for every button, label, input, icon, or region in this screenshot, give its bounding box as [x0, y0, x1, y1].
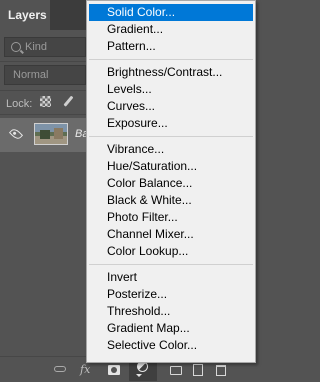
trash-icon[interactable]	[216, 365, 226, 376]
menu-item-color-lookup[interactable]: Color Lookup...	[89, 243, 253, 260]
link-icon[interactable]	[54, 366, 66, 372]
menu-item-exposure[interactable]: Exposure...	[89, 115, 253, 132]
menu-item-vibrance[interactable]: Vibrance...	[89, 141, 253, 158]
blend-mode-dropdown[interactable]: Normal	[4, 65, 86, 85]
menu-item-posterize[interactable]: Posterize...	[89, 286, 253, 303]
new-layer-icon[interactable]	[193, 364, 203, 376]
menu-item-pattern[interactable]: Pattern...	[89, 38, 253, 55]
menu-item-black-white[interactable]: Black & White...	[89, 192, 253, 209]
menu-item-hue-saturation[interactable]: Hue/Saturation...	[89, 158, 253, 175]
blend-mode-label: Normal	[13, 69, 49, 81]
divider	[0, 114, 86, 115]
menu-item-solid-color[interactable]: Solid Color...	[89, 4, 253, 21]
adjustment-menu: Solid Color... Gradient... Pattern... Brigh…	[86, 0, 256, 363]
menu-item-gradient-map[interactable]: Gradient Map...	[89, 320, 253, 337]
menu-item-threshold[interactable]: Threshold...	[89, 303, 253, 320]
fx-icon[interactable]: fx	[80, 363, 90, 376]
filter-kind-label: Kind	[25, 41, 48, 53]
layer-name[interactable]: Ba	[75, 128, 86, 140]
layer-thumbnail[interactable]	[34, 123, 68, 145]
eye-icon[interactable]	[8, 126, 24, 142]
menu-item-gradient[interactable]: Gradient...	[89, 21, 253, 38]
mask-icon[interactable]	[108, 365, 120, 375]
menu-item-levels[interactable]: Levels...	[89, 81, 253, 98]
chevron-down-icon	[136, 374, 142, 377]
menu-separator	[89, 59, 253, 60]
menu-item-curves[interactable]: Curves...	[89, 98, 253, 115]
lock-label: Lock:	[6, 98, 33, 110]
menu-item-invert[interactable]: Invert	[89, 269, 253, 286]
layer-row[interactable]: Ba	[0, 118, 86, 152]
search-icon	[11, 42, 21, 52]
menu-item-photo-filter[interactable]: Photo Filter...	[89, 209, 253, 226]
menu-item-brightness-contrast[interactable]: Brightness/Contrast...	[89, 64, 253, 81]
divider	[0, 90, 86, 91]
divider	[0, 61, 86, 62]
folder-icon[interactable]	[170, 366, 182, 375]
menu-item-channel-mixer[interactable]: Channel Mixer...	[89, 226, 253, 243]
menu-item-selective-color[interactable]: Selective Color...	[89, 337, 253, 354]
lock-transparent-pixels-icon[interactable]	[40, 96, 51, 107]
menu-separator	[89, 264, 253, 265]
lock-image-pixels-icon[interactable]	[62, 96, 73, 107]
menu-item-color-balance[interactable]: Color Balance...	[89, 175, 253, 192]
layer-filter-dropdown[interactable]: Kind	[4, 37, 86, 57]
tab-layers[interactable]: Layers	[0, 0, 50, 30]
menu-separator	[89, 136, 253, 137]
